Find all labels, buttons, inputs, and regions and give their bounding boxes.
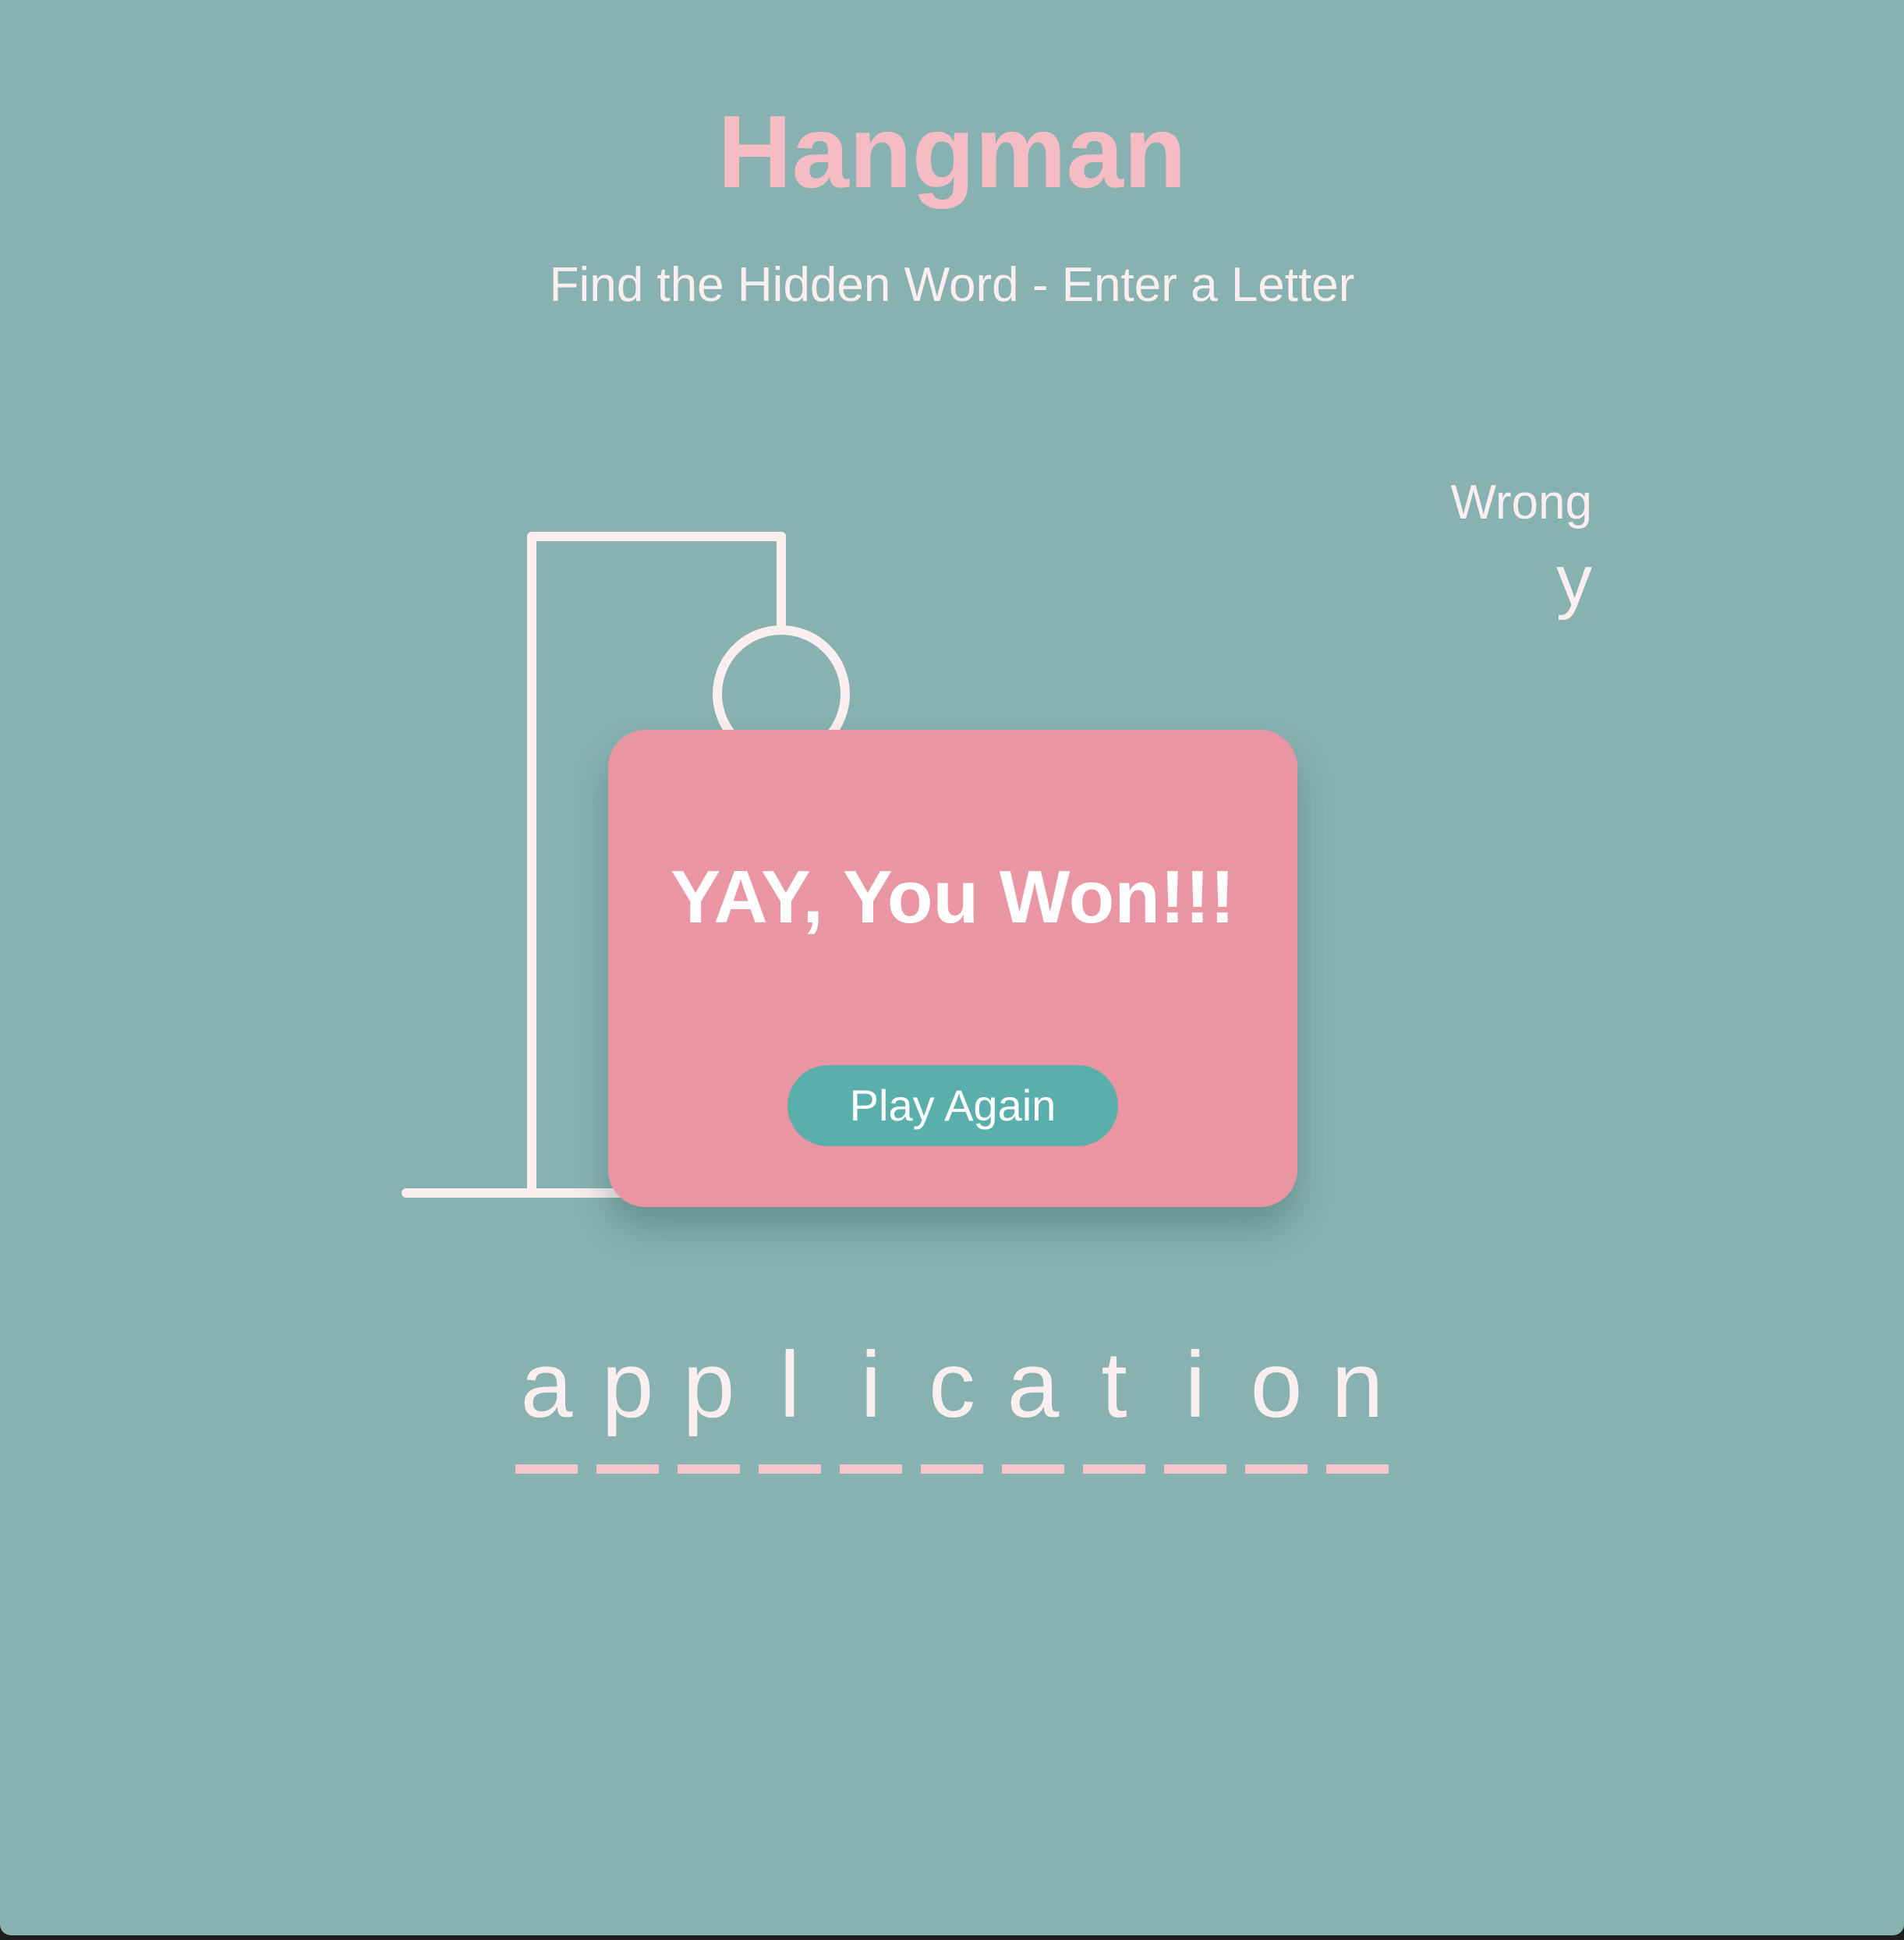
win-message: YAY, You Won!!!: [671, 855, 1235, 939]
game-container: Hangman Find the Hidden Word - Enter a L…: [0, 0, 1904, 1935]
word-letter: c: [921, 1338, 983, 1474]
word-letter: i: [840, 1338, 902, 1474]
word-letter: i: [1164, 1338, 1226, 1474]
word-letter: p: [596, 1338, 659, 1474]
word-letter: o: [1245, 1338, 1308, 1474]
play-again-button[interactable]: Play Again: [787, 1065, 1118, 1146]
word-letter: a: [515, 1338, 578, 1474]
word-letter: l: [759, 1338, 821, 1474]
word-letter: p: [678, 1338, 740, 1474]
hidden-word: a p p l i c a t i o n: [0, 1338, 1904, 1474]
word-letter: a: [1002, 1338, 1064, 1474]
win-popup: YAY, You Won!!! Play Again: [608, 730, 1297, 1207]
word-letter: t: [1083, 1338, 1145, 1474]
word-letter: n: [1326, 1338, 1389, 1474]
